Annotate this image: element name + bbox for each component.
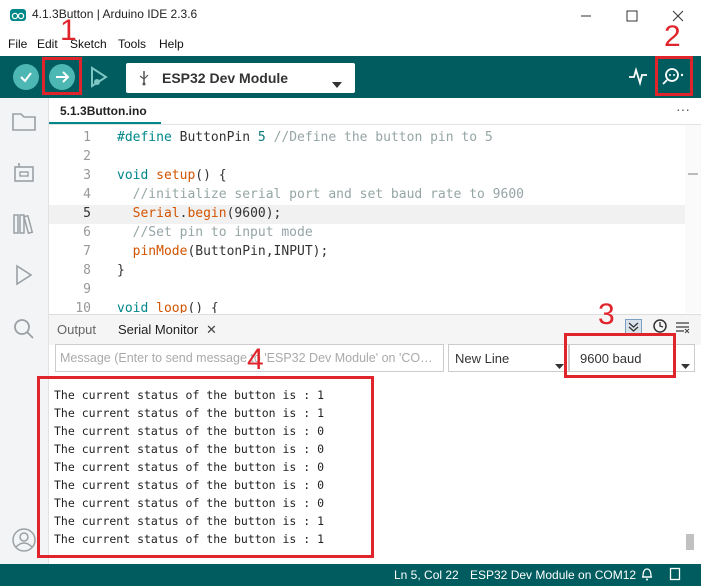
more-options-icon[interactable]: ··· (676, 101, 690, 117)
board-port-status[interactable]: ESP32 Dev Module on COM12 (470, 568, 636, 582)
line-number: 3 (83, 168, 91, 183)
debug-button[interactable] (86, 64, 112, 90)
file-tab-label: 5.1.3Button.ino (60, 104, 147, 118)
clear-output-button[interactable] (675, 320, 691, 339)
code-line: void loop() { (117, 301, 219, 313)
output-scrollbar-thumb[interactable] (686, 534, 694, 550)
line-number: 6 (83, 225, 91, 240)
chevron-down-icon (555, 356, 564, 374)
window-title: 4.1.3Button | Arduino IDE 2.3.6 (32, 7, 198, 21)
serial-plotter-button[interactable] (628, 66, 648, 91)
checkmark-icon (20, 72, 32, 83)
debug-play-icon (91, 66, 108, 88)
line-number: 10 (75, 301, 91, 313)
chevron-down-icon (681, 356, 690, 374)
annotation-label-1: 1 (60, 14, 77, 47)
close-tab-icon[interactable]: ✕ (206, 322, 217, 338)
boards-manager-icon[interactable] (11, 160, 37, 186)
library-manager-icon[interactable] (11, 211, 37, 237)
annotation-label-2: 2 (664, 20, 681, 53)
code-line: } (117, 263, 125, 278)
line-number: 8 (83, 263, 91, 278)
code-line: void setup() { (117, 168, 227, 183)
search-icon[interactable] (11, 316, 37, 342)
board-selector-label: ESP32 Dev Module (162, 70, 289, 86)
usb-icon (138, 70, 150, 91)
editor-scrollbar[interactable] (685, 125, 701, 313)
maximize-button[interactable] (609, 0, 655, 32)
code-line: pinMode(ButtonPin,INPUT); (132, 244, 329, 259)
menu-edit[interactable]: Edit (37, 37, 58, 51)
chevron-down-icon (332, 75, 342, 93)
maximize-icon (626, 10, 638, 22)
code-line: Serial.begin(9600); (132, 206, 282, 221)
menu-tools[interactable]: Tools (118, 37, 146, 51)
annotation-box-output (37, 376, 374, 558)
line-number: 1 (83, 130, 91, 145)
cursor-position[interactable]: Ln 5, Col 22 (394, 568, 459, 582)
plotter-icon (629, 66, 647, 87)
annotation-box-baud (564, 333, 676, 378)
annotation-label-4: 4 (247, 343, 264, 376)
annotation-label-3: 3 (598, 298, 615, 331)
code-line: //initialize serial port and set baud ra… (117, 187, 524, 202)
debug-side-icon[interactable] (11, 262, 37, 288)
code-line: #define ButtonPin 5 //Define the button … (117, 130, 493, 145)
line-number: 9 (83, 282, 91, 297)
code-line: //Set pin to input mode (117, 225, 313, 240)
line-number: 5 (83, 206, 91, 221)
clear-output-icon (676, 322, 690, 334)
verify-button[interactable] (13, 64, 39, 90)
line-ending-value: New Line (455, 351, 510, 366)
menu-help[interactable]: Help (159, 37, 184, 51)
account-icon[interactable] (11, 527, 37, 553)
notifications-icon[interactable] (641, 567, 653, 586)
tab-serial-monitor[interactable]: Serial Monitor (118, 322, 198, 337)
arduino-logo-icon (10, 9, 26, 21)
line-number: 4 (83, 187, 91, 202)
minimize-button[interactable] (563, 0, 609, 32)
annotation-box-upload (42, 57, 82, 95)
tab-output[interactable]: Output (57, 322, 96, 337)
sketchbook-folder-icon[interactable] (11, 108, 37, 134)
file-icon[interactable] (669, 567, 681, 586)
line-number: 2 (83, 149, 91, 164)
line-number: 7 (83, 244, 91, 259)
annotation-box-serial-monitor (655, 56, 693, 96)
clock-icon (653, 319, 667, 333)
minimize-icon (581, 15, 591, 17)
menu-file[interactable]: File (8, 37, 27, 51)
